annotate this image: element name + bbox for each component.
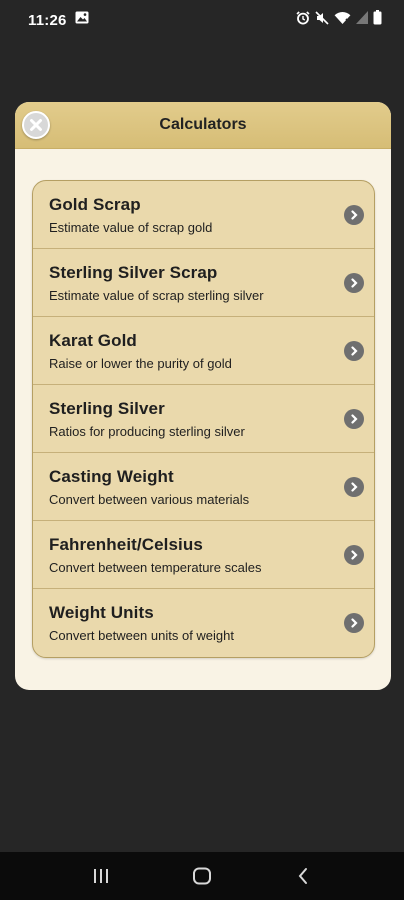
chevron-right-icon — [344, 545, 364, 565]
system-nav-bar — [0, 852, 404, 900]
home-button[interactable] — [182, 856, 222, 896]
back-icon — [298, 868, 308, 884]
item-title: Karat Gold — [49, 331, 137, 350]
item-title: Casting Weight — [49, 467, 174, 486]
modal-title: Calculators — [159, 116, 247, 133]
close-icon — [30, 119, 42, 131]
list-item-fahrenheit-celsius[interactable]: Fahrenheit/Celsius Convert between tempe… — [33, 521, 374, 589]
recent-apps-button[interactable] — [81, 856, 121, 896]
signal-icon — [356, 11, 368, 29]
list-item-sterling-silver[interactable]: Sterling Silver Ratios for producing ste… — [33, 385, 374, 453]
list-item-casting-weight[interactable]: Casting Weight Convert between various m… — [33, 453, 374, 521]
battery-icon — [373, 10, 382, 30]
item-title: Gold Scrap — [49, 195, 141, 214]
chevron-right-icon — [344, 477, 364, 497]
chevron-right-icon — [344, 341, 364, 361]
item-subtitle: Estimate value of scrap gold — [49, 220, 213, 235]
list-item-weight-units[interactable]: Weight Units Convert between units of we… — [33, 589, 374, 657]
item-subtitle: Convert between various materials — [49, 492, 250, 507]
back-button[interactable] — [283, 856, 323, 896]
chevron-right-icon — [344, 409, 364, 429]
status-time: 11:26 — [28, 11, 67, 29]
item-subtitle: Raise or lower the purity of gold — [49, 356, 232, 371]
chevron-right-icon — [344, 613, 364, 633]
list-item-sterling-silver-scrap[interactable]: Sterling Silver Scrap Estimate value of … — [33, 249, 374, 317]
alarm-icon — [296, 10, 310, 30]
mute-icon — [315, 10, 329, 30]
item-subtitle: Estimate value of scrap sterling silver — [49, 288, 264, 303]
home-icon — [192, 867, 211, 885]
list-item-karat-gold[interactable]: Karat Gold Raise or lower the purity of … — [33, 317, 374, 385]
calculators-modal: Calculators Gold Scrap Estimate value of… — [15, 102, 391, 690]
item-title: Sterling Silver Scrap — [49, 263, 218, 282]
chevron-right-icon — [344, 273, 364, 293]
item-title: Sterling Silver — [49, 399, 165, 418]
chevron-right-icon — [344, 205, 364, 225]
image-icon — [75, 11, 89, 29]
status-bar: 11:26 — [0, 0, 404, 40]
item-subtitle: Convert between units of weight — [49, 628, 234, 643]
modal-header: Calculators — [15, 102, 391, 149]
item-subtitle: Ratios for producing sterling silver — [49, 424, 245, 439]
close-button[interactable] — [22, 111, 50, 139]
screen: 11:26 Calculators Gold Scrap Estimate va… — [0, 0, 404, 900]
status-right — [296, 10, 382, 30]
wifi-icon — [334, 11, 351, 30]
recent-apps-icon — [93, 869, 108, 883]
list-item-gold-scrap[interactable]: Gold Scrap Estimate value of scrap gold — [33, 181, 374, 249]
item-title: Weight Units — [49, 603, 154, 622]
item-subtitle: Convert between temperature scales — [49, 560, 262, 575]
calculator-list: Gold Scrap Estimate value of scrap gold … — [32, 180, 375, 658]
status-left: 11:26 — [28, 11, 89, 29]
item-title: Fahrenheit/Celsius — [49, 535, 203, 554]
